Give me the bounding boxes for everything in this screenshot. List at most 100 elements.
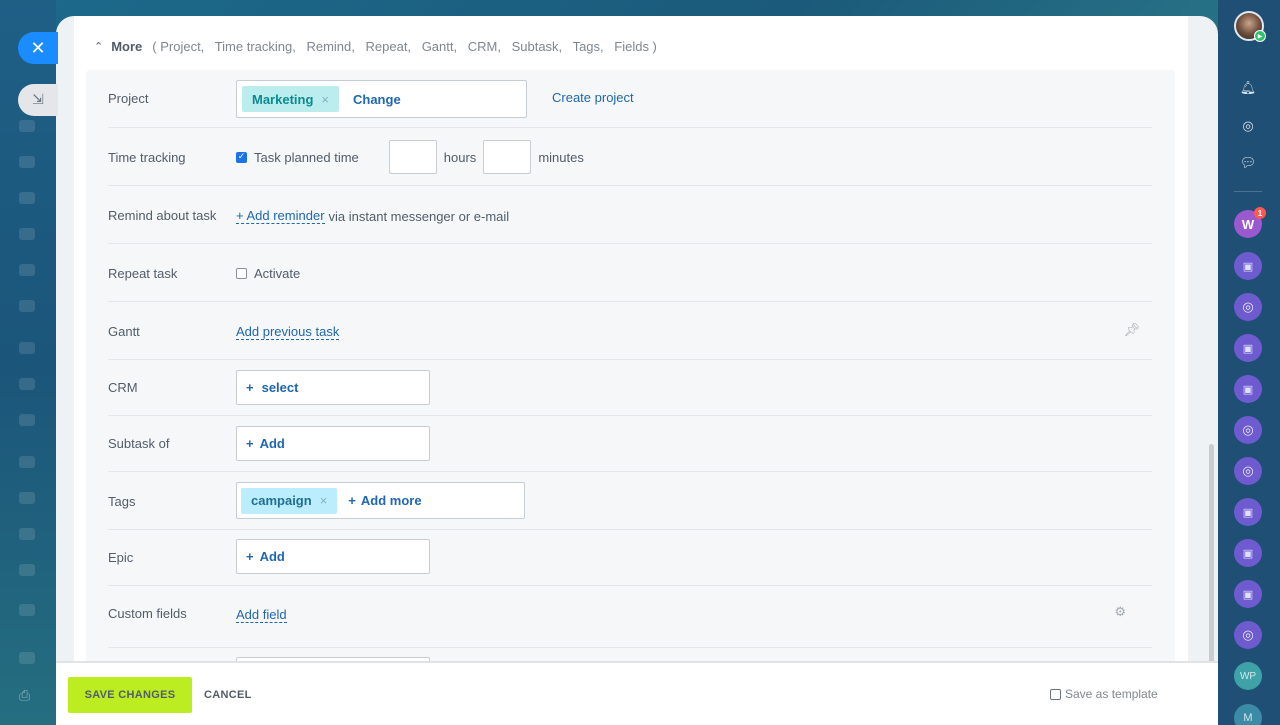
gantt-row: Gantt Add previous task 📌︎ [108,302,1152,360]
user-avatar[interactable]: ▶ [1234,11,1266,42]
chevron-up-icon: ⌃ [94,39,104,53]
minutes-input[interactable] [483,140,532,174]
repeat-activate-checkbox[interactable] [236,268,247,279]
more-link-repeat[interactable]: Repeat, [366,39,412,54]
project-selector[interactable]: Marketing × Change [236,80,527,118]
m-avatar[interactable]: M [1234,704,1262,725]
add-field-link[interactable]: Add field [236,607,287,623]
form-footer: SAVE CHANGES CANCEL Save as template [56,661,1218,725]
bell-icon[interactable]: 🔔︎ [1234,74,1262,102]
printer-icon[interactable]: ⎙ [19,688,35,704]
scrollbar[interactable] [1209,444,1214,676]
extra-fields-box: Project Marketing × Change Create projec… [86,70,1175,670]
project-chip: Marketing × [242,86,339,112]
more-link-time-tracking[interactable]: Time tracking, [215,39,296,54]
ghost-icon [19,564,35,576]
repeat-label: Repeat task [108,266,178,281]
plus-icon: + [348,493,356,508]
ghost-icon [19,492,35,504]
plus-icon: + [246,380,254,395]
time-tracking-row: Time tracking ✓ Task planned time hours … [108,128,1152,186]
w-avatar[interactable]: W 1 [1234,207,1266,238]
more-title: More [111,38,143,54]
more-link-subtask[interactable]: Subtask, [512,39,563,54]
contact-card-icon[interactable]: ▣ [1234,252,1262,280]
epic-row: Epic + Add [108,530,1152,586]
crm-row: CRM + select [108,360,1152,416]
contact-card-icon[interactable]: ▣ [1234,334,1262,362]
subtask-row: Subtask of + Add [108,416,1152,472]
minimize-slider-button[interactable]: ⇲ [18,84,58,116]
gantt-label: Gantt [108,324,140,339]
custom-fields-row: Custom fields Add field ⚙ [108,586,1152,648]
save-changes-button[interactable]: SAVE CHANGES [68,677,192,713]
online-status-icon: ▶ [1254,30,1266,42]
add-previous-task-link[interactable]: Add previous task [236,324,340,340]
contact-card-icon[interactable]: ▣ [1234,498,1262,526]
pin-icon[interactable]: 📌︎ [1123,323,1140,338]
epic-label: Epic [108,550,134,565]
collapse-arrow-icon: ⇲ [32,92,44,108]
remove-project-icon[interactable]: × [321,92,329,107]
more-link-fields[interactable]: Fields ) [614,39,657,54]
subtask-add-button[interactable]: + Add [236,426,430,461]
tags-row: Tags campaign × + Add more [108,472,1152,530]
custom-fields-label: Custom fields [108,606,187,621]
more-link-project[interactable]: ( Project, [152,39,204,54]
close-icon: ✕ [30,37,46,59]
wp-avatar[interactable]: WP [1234,662,1262,690]
open-channel-icon[interactable]: ◎ [1234,621,1262,649]
open-channel-icon[interactable]: ◎ [1234,416,1262,444]
repeat-activate-label: Activate [254,266,301,281]
save-as-template[interactable]: Save as template [1050,687,1158,701]
add-more-tags-button[interactable]: Add more [361,493,422,508]
hours-unit: hours [443,149,477,165]
project-label: Project [108,91,149,106]
ghost-icon [19,378,35,390]
ghost-icon [19,192,35,204]
more-link-gantt[interactable]: Gantt, [422,39,457,54]
notification-badge: 1 [1254,207,1266,219]
remove-tag-icon[interactable]: × [320,493,328,508]
planned-time-checkbox[interactable]: ✓ [236,151,247,163]
planned-time-label: Task planned time [254,149,359,165]
ghost-icon [19,456,35,468]
subtask-label: Subtask of [108,436,170,451]
project-row: Project Marketing × Change Create projec… [108,70,1152,128]
contact-card-icon[interactable]: ▣ [1234,580,1262,608]
crm-select-button[interactable]: + select [236,370,430,405]
more-link-remind[interactable]: Remind, [306,39,354,54]
chat-icon[interactable]: 💬︎ [1234,149,1262,177]
ghost-icon [19,342,35,354]
create-project-link[interactable]: Create project [552,90,634,105]
change-project-button[interactable]: Change [353,92,401,107]
epic-add-button[interactable]: + Add [236,539,430,574]
gear-icon[interactable]: ⚙ [1114,605,1126,620]
ghost-icon [19,528,35,540]
epic-add-label: Add [259,549,285,564]
time-tracking-label: Time tracking [108,150,186,165]
save-as-template-checkbox[interactable] [1050,688,1061,700]
tag-chip: campaign × [241,487,338,514]
copilot-icon[interactable]: ◎ [1234,112,1262,140]
ghost-icon [19,414,35,426]
add-reminder-link[interactable]: + Add reminder [236,208,325,224]
hours-input[interactable] [388,140,437,174]
ghost-icon [19,120,35,132]
more-section-header[interactable]: ⌃ More ( Project, Time tracking, Remind,… [94,38,664,54]
subtask-add-label: Add [259,436,285,451]
open-channel-icon[interactable]: ◎ [1234,293,1262,321]
task-edit-panel: ⌃ More ( Project, Time tracking, Remind,… [56,16,1218,725]
contact-card-icon[interactable]: ▣ [1234,539,1262,567]
minutes-unit: minutes [538,149,584,165]
more-link-tags[interactable]: Tags, [573,39,604,54]
ghost-icon [19,156,35,168]
cancel-button[interactable]: CANCEL [204,677,252,713]
tags-selector[interactable]: campaign × + Add more [236,482,525,519]
plus-icon: + [246,549,254,564]
close-slider-button[interactable]: ✕ [18,32,58,64]
repeat-row: Repeat task Activate [108,244,1152,302]
more-link-crm[interactable]: CRM, [468,39,501,54]
contact-card-icon[interactable]: ▣ [1234,375,1262,403]
open-channel-icon[interactable]: ◎ [1234,457,1262,485]
